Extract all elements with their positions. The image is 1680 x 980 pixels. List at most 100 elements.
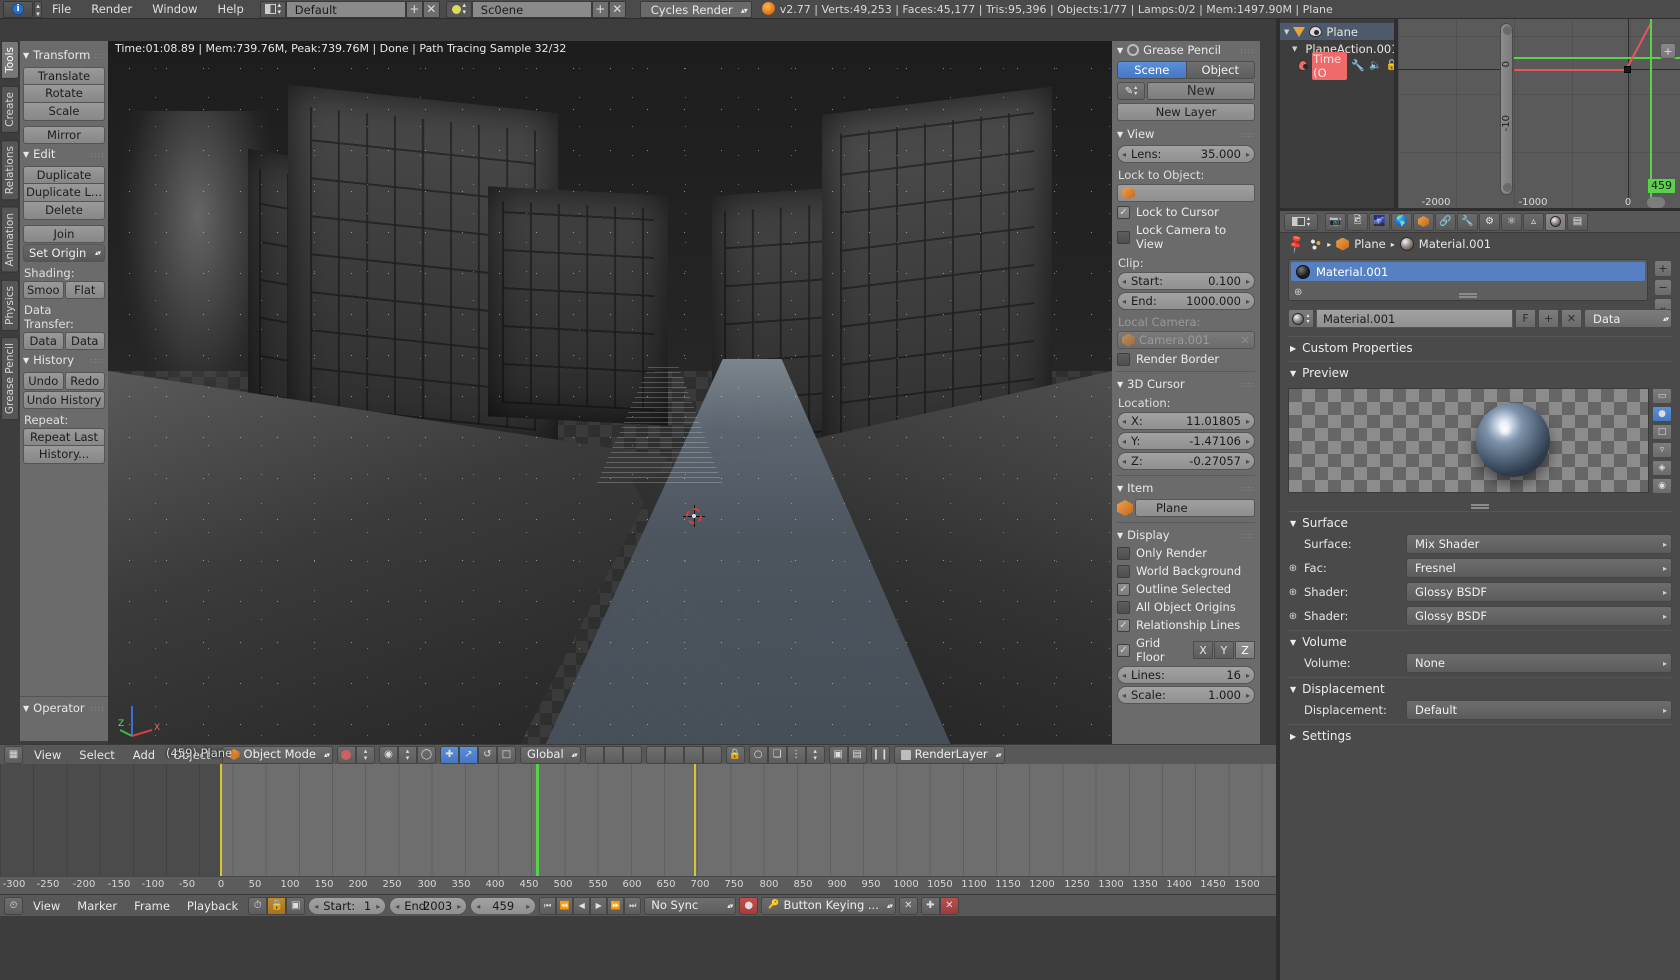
pivot-dropdown-icon[interactable]: ▴ ▾ [397,745,417,764]
item-object-name-field[interactable]: Plane [1135,499,1255,517]
viewport-menu-select[interactable]: Select [72,746,121,764]
area-splitter-horizontal[interactable] [1280,208,1680,211]
graph-sidebar-toggle-icon[interactable]: + [1660,43,1676,59]
keying-set-remove-icon[interactable]: ✕ [898,896,918,915]
toolshelf-tab-animation[interactable]: Animation [1,207,19,273]
outliner-row-time[interactable]: Time (O 🔧 🔈 🔓 [1280,51,1398,80]
play-reverse-icon[interactable]: ◀ [573,896,591,915]
displacement-section-header[interactable]: ▼ Displacement [1288,677,1672,700]
breadcrumb-material-name[interactable]: Material.001 [1419,237,1491,251]
expand-icon[interactable]: ⊕ [1288,587,1298,598]
current-frame-field[interactable]: 459 [470,896,537,915]
use-preview-range-icon[interactable]: ⏱ [248,896,268,915]
lock-time-icon[interactable]: 🔒 [267,896,287,915]
clip-start-field[interactable]: Start: 0.100 [1117,272,1255,290]
opengl-render-anim-icon[interactable]: ▤ [847,745,867,764]
material-slot-add-button[interactable]: + [1654,260,1672,277]
scale-button[interactable]: Scale [23,103,105,121]
scene-name-field[interactable]: Sc0ene [471,0,592,18]
manipulator-toggle-icon[interactable]: ◯ [416,745,436,764]
local-camera-field[interactable]: Camera.001 ✕ [1117,331,1255,349]
toolshelf-tab-tools[interactable]: Tools [1,41,19,79]
tab-object-data-icon[interactable]: ▵ [1523,212,1544,231]
jump-to-start-icon[interactable]: ⏮ [539,896,557,915]
material-slot-add-icon[interactable]: ⊕ [1294,287,1302,298]
data-transfer-button[interactable]: Data [23,332,64,350]
snap-target-icon[interactable]: ⋮ [786,745,806,764]
resize-grip-icon[interactable] [1459,293,1477,295]
material-slot-remove-button[interactable]: − [1654,279,1672,296]
tab-modifiers-icon[interactable]: 🔧 [1457,212,1478,231]
record-keyframe-icon[interactable]: ● [739,896,759,915]
grid-lines-field[interactable]: Lines: 16 [1117,666,1255,684]
blender-logo-icon[interactable]: i [3,0,33,18]
preview-monkey-icon[interactable]: ◈ [1652,460,1672,476]
scene-delete-button[interactable]: ✕ [608,0,626,18]
volume-value[interactable]: None [1406,653,1672,673]
layer-cell[interactable] [622,745,642,764]
tab-particles-icon[interactable]: ⚙ [1479,212,1500,231]
proportional-edit-icon[interactable]: ○ [748,745,768,764]
grid-axis-y[interactable]: Y [1214,641,1234,659]
start-frame-field[interactable]: Start: 1 [308,896,387,915]
graph-vertical-scrollbar[interactable] [1500,23,1513,195]
preview-sphere-icon[interactable]: ● [1652,406,1672,422]
cursor-z-field[interactable]: Z: -0.27057 [1117,452,1255,470]
shading-rendered-icon[interactable] [336,745,356,764]
tab-texture-icon[interactable]: ▤ [1567,212,1588,231]
preview-sphere-sky-icon[interactable]: ◉ [1652,478,1672,494]
lock-layers-icon[interactable]: 🔒 [725,745,745,764]
timeline-playhead[interactable] [536,764,539,876]
lock-to-cursor-checkbox[interactable]: ✓ Lock to Cursor [1117,205,1255,219]
toolshelf-tab-physics[interactable]: Physics [1,279,19,331]
layer-cell[interactable] [683,745,703,764]
pencil-icon[interactable]: ✎ ▴ ▾ [1117,82,1145,100]
fac-value[interactable]: Fresnel [1406,558,1672,578]
cursor-y-field[interactable]: Y: -1.47106 [1117,432,1255,450]
render-result-canvas[interactable]: X Z (459) Plane [108,41,1112,760]
chevron-down-icon[interactable]: ▼ [1292,45,1297,53]
preview-cube-icon[interactable]: □ [1652,424,1672,440]
frame-lock-icon[interactable]: ▣ [286,896,306,915]
outliner-row-plane[interactable]: ▼ Plane [1280,23,1398,40]
tab-material-icon[interactable] [1545,212,1566,231]
viewport-menu-view[interactable]: View [27,746,68,764]
graph-editor[interactable]: 459 + 0 -10 -2000 -1000 0 [1398,19,1680,211]
layer-cell[interactable] [584,745,604,764]
new-material-button[interactable]: + [1538,309,1559,328]
tab-scene-icon[interactable]: 🌌 [1369,212,1390,231]
keyframe-point[interactable] [1624,66,1631,73]
volume-section-header[interactable]: ▼ Volume [1288,630,1672,653]
grid-floor-checkbox[interactable]: ✓ Grid Floor X Y Z [1117,636,1255,664]
graph-playhead[interactable] [1650,19,1652,199]
transform-orientation-dropdown[interactable]: Global [519,745,581,764]
manipulator-enable-icon[interactable]: ✚ [439,745,459,764]
sync-mode-dropdown[interactable]: No Sync [644,896,737,915]
visibility-eye-icon[interactable] [1298,60,1309,71]
transform-section-header[interactable]: ▼ Transform :::: [23,48,108,62]
material-slot-list[interactable]: Material.001 ⊕ [1288,259,1648,301]
tab-object-icon[interactable] [1413,212,1434,231]
preview-flat-icon[interactable]: ▭ [1652,388,1672,404]
shading-dropdown-icon[interactable]: ▴ ▾ [355,745,375,764]
fake-user-button[interactable]: F [1515,309,1536,328]
chevron-down-icon[interactable]: ▼ [1284,28,1289,36]
menu-render[interactable]: Render [81,1,142,18]
shade-smooth-button[interactable]: Smoo [23,281,64,299]
scene-icon[interactable]: ▴ ▾ [445,0,472,18]
logo-updown-icon[interactable]: ▴ ▾ [34,0,42,18]
layer-cell[interactable] [645,745,665,764]
pivot-point-icon[interactable]: ◉ [378,745,398,764]
previous-keyframe-icon[interactable]: ⏪ [556,896,574,915]
opengl-render-icon[interactable]: ▣ [828,745,848,764]
graph-scroll-handle[interactable] [1647,197,1665,208]
only-render-checkbox[interactable]: Only Render [1117,546,1255,560]
surface-value[interactable]: Mix Shader [1406,534,1672,554]
gp-source-scene[interactable]: Scene [1117,61,1187,79]
displacement-value[interactable]: Default [1406,700,1672,720]
rotate-button[interactable]: Rotate [23,85,105,103]
render-border-checkbox[interactable]: Render Border [1117,352,1255,366]
viewport-menu-add[interactable]: Add [126,746,162,764]
join-button[interactable]: Join [23,225,105,243]
manipulator-translate-icon[interactable]: ↗ [458,745,478,764]
